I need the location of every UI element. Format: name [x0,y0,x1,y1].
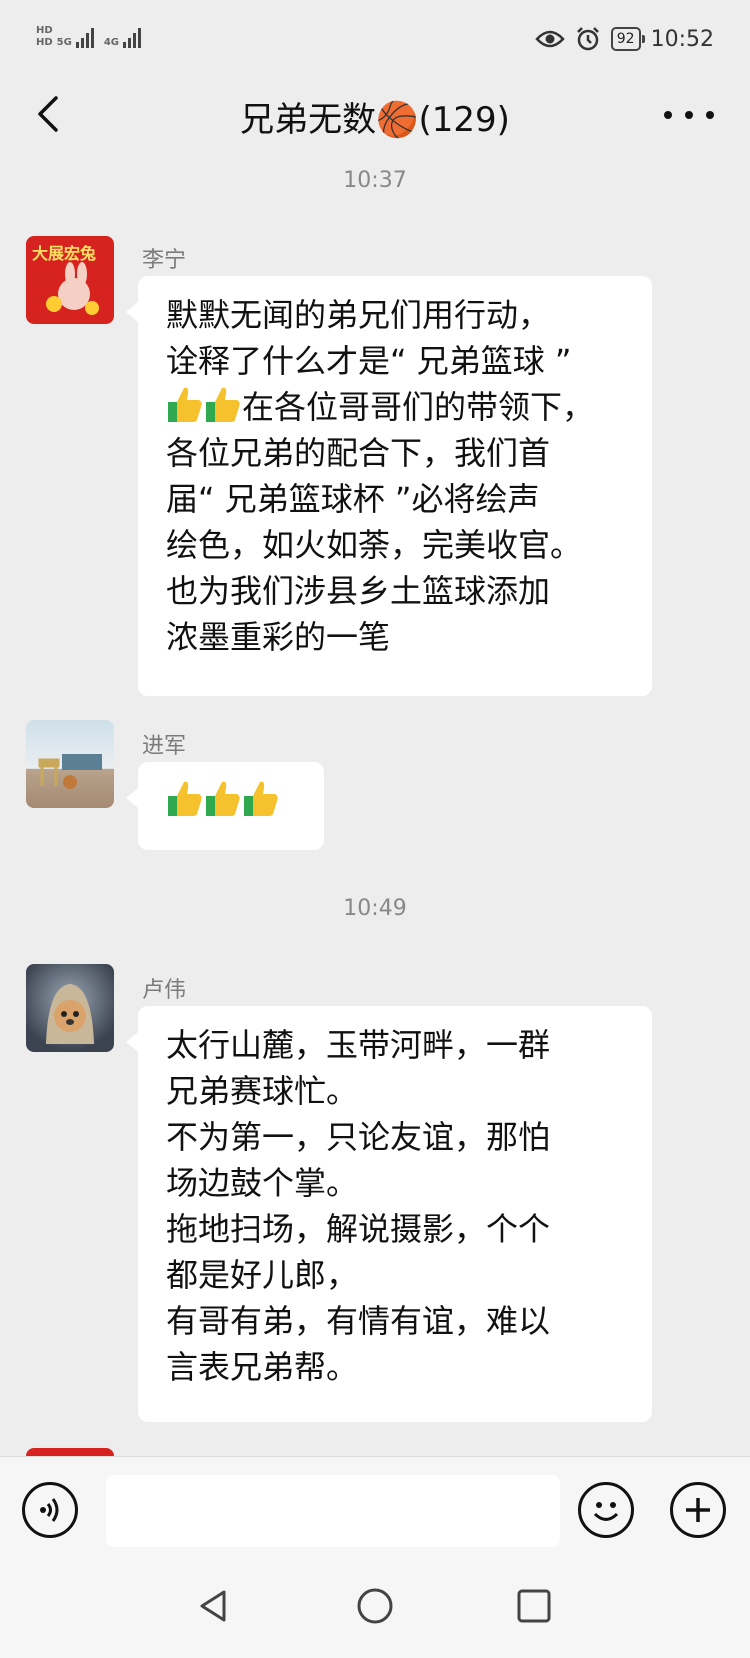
nav-home-icon[interactable] [355,1586,395,1626]
message-line: 也为我们涉县乡土篮球添加 [166,572,551,610]
nav-recents-icon[interactable] [514,1586,554,1626]
rabbit-mascot-icon [46,262,99,315]
eye-icon [535,30,565,48]
message-line: 默默无闻的弟兄们用行动， [166,296,551,334]
hd-label: HD [36,37,53,48]
signal-icon [123,26,142,48]
chat-input-bar [0,1456,750,1563]
message-line: 拖地扫场，解说摄影，个个 [166,1210,551,1248]
thumbs-up-icon [166,384,204,424]
message-bubble[interactable]: 太行山麓，玉带河畔，一群 兄弟赛球忙。 不为第一，只论友谊，那怕 场边鼓个掌。 … [126,1006,652,1422]
sender-name: 进军 [142,734,187,759]
plus-icon[interactable] [670,1482,726,1538]
chat-header: 兄弟无数🏀(129) [0,80,750,150]
message-timestamp: 10:37 [343,168,407,193]
message-bubble[interactable]: 默默无闻的弟兄们用行动， 诠释了什么才是“ 兄弟篮球 ” 在各位哥哥们的带领下，… [126,276,652,696]
status-bar: HD HD 5G 4G 92 10:52 [0,0,750,80]
message-timestamp: 10:49 [343,896,407,921]
thumbs-up-icon [242,778,280,818]
message-line: 有哥有弟，有情有谊，难以 [166,1302,551,1340]
emoji-icon[interactable] [578,1482,634,1538]
message-line: 不为第一，只论友谊，那怕 [166,1118,551,1156]
message-line: 都是好儿郎， [166,1256,359,1294]
thumbs-up-icon [204,384,242,424]
clock: 10:52 [650,26,714,52]
message-line-with-emoji: 在各位哥哥们的带领下， [166,384,626,430]
message-line: 兄弟赛球忙。 [166,1072,359,1110]
message-line: 各位兄弟的配合下，我们首 [166,434,551,472]
message-input[interactable] [106,1475,560,1547]
message-line: 太行山麓，玉带河畔，一群 [166,1026,551,1064]
hd-label: HD [36,25,53,36]
message-line: 绘色，如火如荼，完美收官。 [166,526,583,564]
message-line: 浓墨重彩的一笔 [166,618,391,656]
more-dots-icon[interactable] [664,100,714,130]
network-type: 5G [56,37,72,48]
system-navigation-bar [0,1562,750,1658]
emoji-row [166,778,298,824]
avatar[interactable] [26,964,114,1052]
sender-name: 李宁 [142,248,187,273]
alarm-icon [576,27,599,51]
chat-title: 兄弟无数🏀(129) [240,100,510,140]
battery-indicator: 92 [610,27,645,51]
voice-icon[interactable] [22,1482,78,1538]
room-photo-icon [38,754,102,789]
message-line: 场边鼓个掌。 [166,1164,359,1202]
status-right: 92 10:52 [535,26,714,52]
sender-name: 卢伟 [142,978,187,1003]
puppy-avatar-icon [46,984,94,1044]
message-line: 言表兄弟帮。 [166,1348,359,1386]
network-type: 4G [103,37,120,48]
message-line: 在各位哥哥们的带领下， [242,388,595,426]
avatar[interactable]: 大展宏兔 [26,236,114,324]
thumbs-up-icon [204,778,242,818]
thumbs-up-icon [166,778,204,818]
message-line: 届“ 兄弟篮球杯 ”必将绘声 [166,480,540,518]
network-indicators: HD HD 5G 4G [36,26,147,48]
message-bubble[interactable] [126,762,324,850]
signal-icon [75,26,94,48]
message-line: 诠释了什么才是“ 兄弟篮球 ” [166,342,572,380]
nav-back-icon[interactable] [194,1586,234,1626]
avatar[interactable] [26,720,114,808]
